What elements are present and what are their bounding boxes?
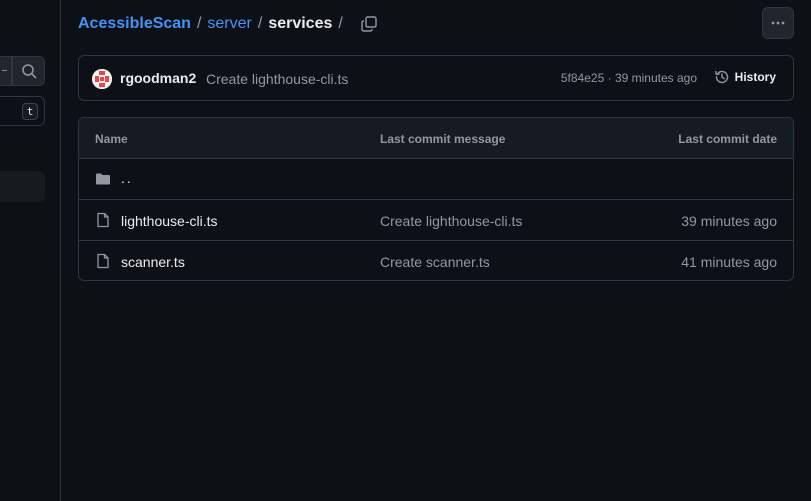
column-header-date: Last commit date [678,132,777,146]
breadcrumb-separator: / [196,15,202,32]
identicon-icon [92,69,112,89]
commit-meta: 5f84e25 · 39 minutes ago [561,71,697,85]
copy-path-button[interactable] [359,14,379,34]
file-commit-message-link[interactable]: Create scanner.ts [380,254,490,270]
history-button[interactable]: History [714,69,776,85]
breadcrumb-separator: / [257,15,263,32]
parent-directory-link[interactable]: .. [121,170,133,186]
history-icon [714,70,728,84]
column-header-message: Last commit message [380,132,506,146]
commit-message-link[interactable]: Create lighthouse-cli.ts [206,71,348,87]
chevron-down-icon [2,70,7,71]
file-name-link[interactable]: scanner.ts [121,254,185,270]
file-icon [97,253,109,269]
file-commit-date: 41 minutes ago [681,254,777,270]
file-tree-sidebar: t [0,0,61,501]
file-icon [97,212,109,228]
folder-icon [96,173,110,185]
file-name-link[interactable]: lighthouse-cli.ts [121,213,218,229]
table-row[interactable]: lighthouse-cli.ts Create lighthouse-cli.… [79,200,793,241]
table-row[interactable]: scanner.ts Create scanner.ts 41 minutes … [79,241,793,280]
history-label: History [734,70,776,84]
avatar[interactable] [92,69,112,89]
latest-commit-bar: rgoodman2 Create lighthouse-cli.ts 5f84e… [78,55,794,101]
commit-author-link[interactable]: rgoodman2 [120,70,196,86]
search-icon [21,64,36,79]
commit-time: 39 minutes ago [614,71,697,85]
parent-directory-row[interactable]: .. [79,159,793,200]
kebab-horizontal-icon [771,21,785,25]
column-header-name: Name [95,132,128,146]
breadcrumb: AcessibleScan / server / services / [78,12,379,36]
file-table: Name Last commit message Last commit dat… [78,117,794,281]
search-files-button[interactable] [12,56,45,86]
more-options-button[interactable] [762,7,794,39]
commit-meta-separator: · [607,71,612,85]
breadcrumb-repo-link[interactable]: AcessibleScan [78,15,191,33]
file-commit-message-link[interactable]: Create lighthouse-cli.ts [380,213,522,229]
table-header: Name Last commit message Last commit dat… [79,118,793,159]
keyboard-shortcut-hint: t [22,103,38,120]
branch-selector-button[interactable] [0,56,12,86]
breadcrumb-current: services [268,15,333,32]
breadcrumb-folder-link[interactable]: server [207,15,251,33]
copy-icon [361,16,377,32]
commit-hash-link[interactable]: 5f84e25 [561,71,604,85]
sidebar-item-selected[interactable] [0,171,45,202]
go-to-file-input[interactable]: t [0,96,45,126]
breadcrumb-separator: / [338,15,343,32]
page: t AcessibleScan / server / services / rg… [0,0,811,501]
file-commit-date: 39 minutes ago [681,213,777,229]
